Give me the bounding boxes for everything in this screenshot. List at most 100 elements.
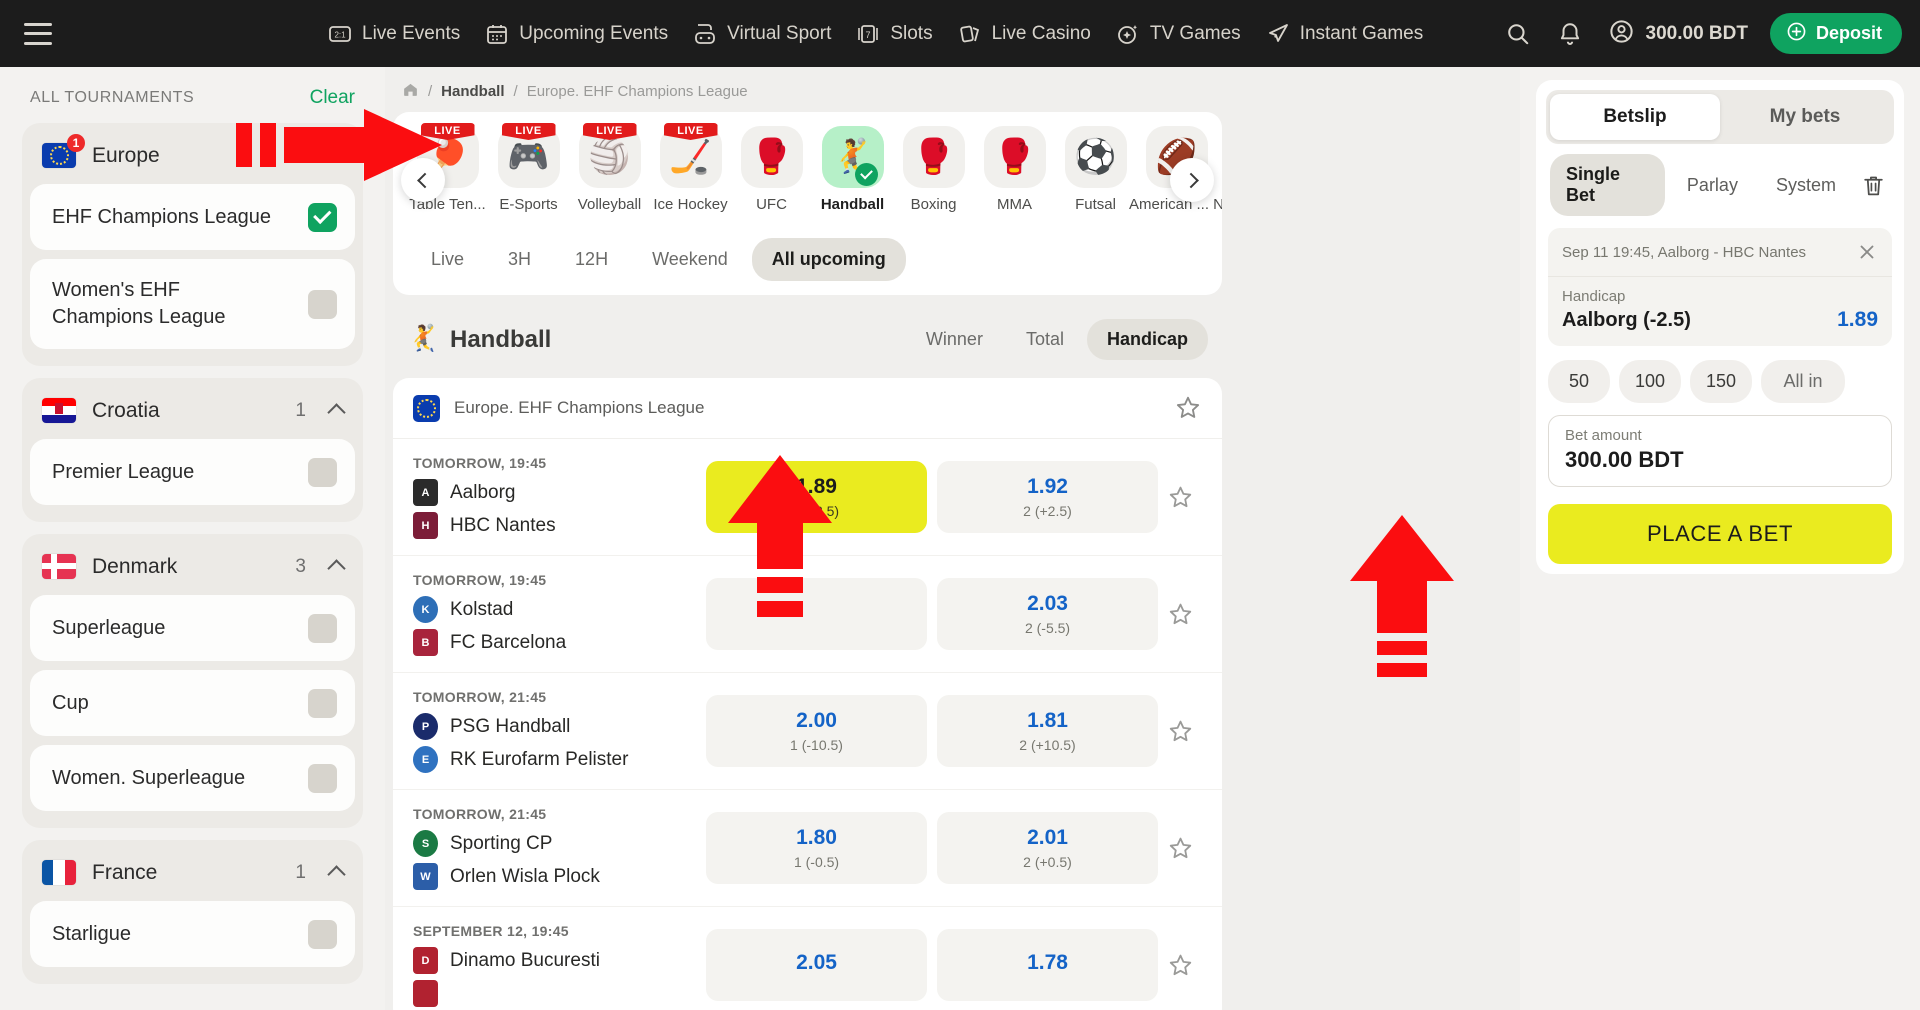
country-row-croatia[interactable]: Croatia 1	[30, 386, 355, 439]
chevron-up-icon[interactable]	[327, 559, 346, 578]
league-checkbox[interactable]	[308, 688, 337, 718]
odd-button-home-handicap[interactable]: 1.89 1 (-2.5)	[706, 461, 927, 533]
search-icon[interactable]	[1496, 12, 1540, 56]
breadcrumb-handball[interactable]: Handball	[441, 83, 504, 100]
sport-tab-volleyball[interactable]: 🏐 LIVE Volleyball	[569, 123, 650, 213]
odd-value: 2.00	[796, 709, 837, 732]
carousel-prev-button[interactable]	[401, 158, 445, 202]
chevron-up-icon[interactable]	[327, 403, 346, 422]
odd-button-home-handicap[interactable]: 1.80 1 (-0.5)	[706, 812, 927, 884]
account-balance[interactable]: 300.00 BDT	[1600, 18, 1762, 50]
sport-tab-e-sports[interactable]: 🎮 LIVE E-Sports	[488, 123, 569, 213]
league-row-ehf-champions-league[interactable]: EHF Champions League	[30, 184, 355, 250]
league-checkbox-checked[interactable]	[308, 202, 337, 232]
sport-tab-handball[interactable]: 🤾 Handball	[812, 126, 893, 213]
market-tab-handicap[interactable]: Handicap	[1086, 319, 1208, 360]
quick-amount-150[interactable]: 150	[1690, 360, 1752, 403]
quick-amount-all-in[interactable]: All in	[1761, 360, 1845, 403]
country-group-europe: 1 Europe EHF Champions League Women's EH…	[22, 123, 363, 366]
odd-button-away-handicap[interactable]: 1.78	[937, 929, 1158, 1001]
league-checkbox[interactable]	[308, 289, 337, 319]
league-checkbox[interactable]	[308, 919, 337, 949]
sport-tab-mma[interactable]: 🥊 MMA	[974, 126, 1055, 213]
table-row[interactable]: TOMORROW, 21:45 S Sporting CP W Orlen Wi…	[393, 790, 1222, 907]
nav-item-virtual-sport[interactable]: Virtual Sport	[680, 21, 843, 47]
odd-button-away-handicap[interactable]: 2.03 2 (-5.5)	[937, 578, 1158, 650]
league-checkbox[interactable]	[308, 763, 337, 793]
sports-carousel[interactable]: 🏓 LIVE Table Ten... 🎮 LIVE E-Sports 🏐 LI…	[393, 112, 1222, 228]
bet-type-system[interactable]: System	[1760, 165, 1852, 206]
away-team: E RK Eurofarm Pelister	[413, 746, 688, 773]
odd-button-home-handicap[interactable]: 2.05	[706, 929, 927, 1001]
nav-item-tv-games[interactable]: TV Games	[1103, 21, 1253, 47]
country-row-europe[interactable]: 1 Europe	[30, 131, 355, 184]
favorite-star-icon[interactable]	[1158, 917, 1202, 1010]
country-name: Europe	[92, 143, 160, 167]
sport-tab-futsal[interactable]: ⚽ Futsal	[1055, 126, 1136, 213]
sport-label: Futsal	[1075, 196, 1116, 213]
league-row-starligue[interactable]: Starligue	[30, 901, 355, 967]
home-team: K Kolstad	[413, 596, 688, 623]
odd-label: 1 (-10.5)	[790, 737, 843, 753]
league-row-cup[interactable]: Cup	[30, 670, 355, 736]
tab-betslip[interactable]: Betslip	[1550, 94, 1720, 140]
country-row-france[interactable]: France 1	[30, 848, 355, 901]
league-row-womens-ehf-champions-league[interactable]: Women's EHF Champions League	[30, 259, 355, 349]
bet-amount-input[interactable]: Bet amount 300.00 BDT	[1548, 415, 1892, 487]
nav-item-upcoming-events[interactable]: Upcoming Events	[472, 21, 680, 47]
chevron-up-icon[interactable]	[327, 865, 346, 884]
league-checkbox[interactable]	[308, 457, 337, 487]
close-icon[interactable]	[1856, 241, 1878, 263]
favorite-star-icon[interactable]	[1158, 683, 1202, 779]
table-row[interactable]: TOMORROW, 19:45 A Aalborg H HBC Nantes 1…	[393, 439, 1222, 556]
home-icon[interactable]	[402, 81, 419, 102]
odd-button-away-handicap[interactable]: 2.01 2 (+0.5)	[937, 812, 1158, 884]
time-filter-3h[interactable]: 3H	[488, 238, 551, 281]
bet-type-single[interactable]: Single Bet	[1550, 154, 1665, 216]
favorite-star-icon[interactable]	[1158, 566, 1202, 662]
country-row-denmark[interactable]: Denmark 3	[30, 542, 355, 595]
team-logo-icon: E	[413, 746, 438, 773]
tab-my-bets[interactable]: My bets	[1720, 94, 1890, 140]
league-header[interactable]: Europe. EHF Champions League	[393, 378, 1222, 439]
league-checkbox[interactable]	[308, 613, 337, 643]
time-filter-weekend[interactable]: Weekend	[632, 238, 748, 281]
favorite-star-icon[interactable]	[1174, 394, 1202, 422]
place-a-bet-button[interactable]: PLACE A BET	[1548, 504, 1892, 564]
notification-bell-icon[interactable]	[1548, 12, 1592, 56]
clear-filters-link[interactable]: Clear	[310, 87, 355, 109]
sport-tab-boxing[interactable]: 🥊 Boxing	[893, 126, 974, 213]
nav-item-live-events[interactable]: 2:1 Live Events	[315, 21, 472, 47]
bet-type-parlay[interactable]: Parlay	[1671, 165, 1754, 206]
deposit-button[interactable]: Deposit	[1769, 13, 1902, 54]
sport-tab-ufc[interactable]: 🥊 UFC	[731, 126, 812, 213]
odd-button-away-handicap[interactable]: 1.92 2 (+2.5)	[937, 461, 1158, 533]
quick-amount-50[interactable]: 50	[1548, 360, 1610, 403]
odd-button-away-handicap[interactable]: 1.81 2 (+10.5)	[937, 695, 1158, 767]
time-filter-all-upcoming[interactable]: All upcoming	[751, 238, 906, 281]
sport-tab-ice-hockey[interactable]: 🏒 LIVE Ice Hockey	[650, 123, 731, 213]
odds-group: 1.89 1 (-2.5) 1.92 2 (+2.5)	[688, 449, 1158, 545]
league-row-women-superleague[interactable]: Women. Superleague	[30, 745, 355, 811]
nav-item-slots[interactable]: 7 Slots	[843, 21, 944, 47]
table-row[interactable]: TOMORROW, 19:45 K Kolstad B FC Barcelona	[393, 556, 1222, 673]
delete-all-icon[interactable]	[1858, 168, 1890, 202]
nav-item-instant-games[interactable]: Instant Games	[1253, 21, 1436, 47]
handball-ball-icon: 🤾	[407, 322, 440, 353]
league-row-premier-league[interactable]: Premier League	[30, 439, 355, 505]
favorite-star-icon[interactable]	[1158, 449, 1202, 545]
table-row[interactable]: SEPTEMBER 12, 19:45 D Dinamo Bucuresti 2…	[393, 907, 1222, 1010]
table-row[interactable]: TOMORROW, 21:45 P PSG Handball E RK Euro…	[393, 673, 1222, 790]
market-tab-winner[interactable]: Winner	[906, 319, 1003, 360]
odd-button-home-handicap[interactable]: 2.00 1 (-10.5)	[706, 695, 927, 767]
quick-amount-100[interactable]: 100	[1619, 360, 1681, 403]
favorite-star-icon[interactable]	[1158, 800, 1202, 896]
nav-item-live-casino[interactable]: Live Casino	[945, 21, 1103, 47]
carousel-next-button[interactable]	[1170, 158, 1214, 202]
time-filter-live[interactable]: Live	[411, 238, 484, 281]
hamburger-menu-icon[interactable]	[24, 22, 52, 45]
match-info: TOMORROW, 21:45 P PSG Handball E RK Euro…	[413, 683, 688, 779]
time-filter-12h[interactable]: 12H	[555, 238, 628, 281]
league-row-superleague[interactable]: Superleague	[30, 595, 355, 661]
market-tab-total[interactable]: Total	[1006, 319, 1084, 360]
